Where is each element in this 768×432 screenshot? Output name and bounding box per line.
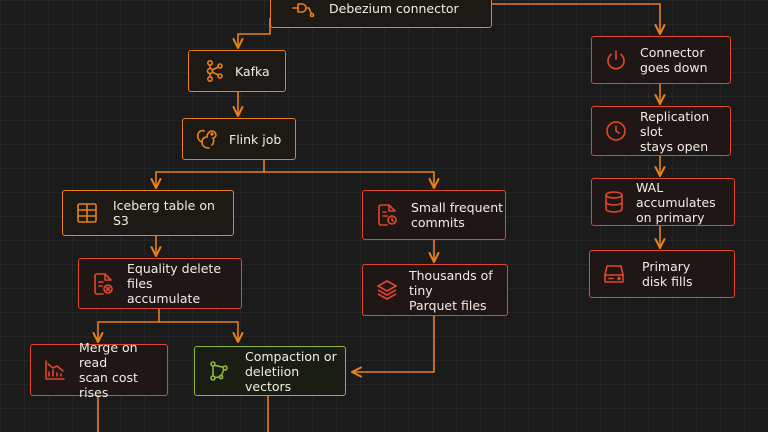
node-label: Compaction or deletiion vectors (245, 348, 337, 394)
node-primary-disk-fills[interactable]: Primary disk fills (589, 250, 735, 298)
node-tiny-parquet-files[interactable]: Thousands of tiny Parquet files (362, 264, 508, 316)
chart-down-icon (45, 360, 65, 380)
edge-debezium-connector-down (492, 3, 666, 36)
node-small-frequent-commits[interactable]: Small frequent commits (362, 190, 506, 240)
clock-icon (606, 121, 626, 141)
kafka-icon (206, 59, 223, 82)
edge-equality-compaction (159, 321, 244, 344)
node-label: Iceberg table on S3 (113, 198, 215, 228)
node-debezium-connector[interactable]: Debezium connector (270, 0, 492, 28)
database-icon (605, 191, 623, 213)
node-label: Small frequent commits (411, 200, 504, 230)
edge-equality-merge (92, 309, 160, 344)
node-label: Equality delete files accumulate (127, 261, 222, 306)
edge-tiny-compaction (350, 316, 435, 378)
node-label: Primary disk fills (642, 259, 693, 289)
edge-debezium-kafka (232, 18, 271, 50)
node-merge-on-read[interactable]: Merge on read scan cost rises (30, 340, 168, 400)
node-label: Replication slot stays open (640, 108, 710, 154)
edge-flink-iceberg (150, 160, 265, 190)
edge-flink-small-commits (264, 171, 440, 190)
node-label: Connector goes down (640, 45, 708, 75)
node-flink-job[interactable]: Flink job (182, 118, 296, 160)
node-label: Merge on read scan cost rises (79, 340, 138, 400)
node-iceberg-table[interactable]: Iceberg table on S3 (62, 190, 234, 236)
node-wal-accumulates[interactable]: WAL accumulates on primary (591, 178, 735, 226)
graph-icon (210, 361, 228, 381)
layers-icon (377, 280, 397, 300)
hard-drive-icon (604, 265, 624, 283)
node-label: Kafka (235, 63, 270, 79)
squirrel-icon (196, 129, 217, 149)
node-connector-goes-down[interactable]: Connector goes down (591, 36, 731, 84)
plug-icon (292, 3, 315, 18)
file-clock-icon (378, 204, 397, 226)
node-kafka[interactable]: Kafka (188, 50, 286, 92)
node-label: Thousands of tiny Parquet files (409, 267, 493, 313)
power-icon (607, 50, 625, 70)
table-icon (77, 203, 97, 223)
node-label: Flink job (229, 131, 282, 147)
node-label: Debezium connector (329, 0, 459, 16)
node-label: WAL accumulates on primary (636, 179, 716, 225)
node-replication-slot[interactable]: Replication slot stays open (591, 106, 731, 156)
file-x-icon (94, 272, 113, 295)
node-equality-delete-files[interactable]: Equality delete files accumulate (78, 258, 242, 309)
node-compaction[interactable]: Compaction or deletiion vectors (194, 346, 346, 396)
